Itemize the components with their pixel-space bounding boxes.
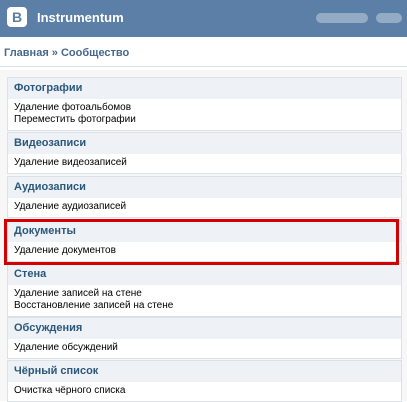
action-delete-discussions[interactable]: Удаление обсуждений xyxy=(14,342,395,354)
breadcrumb-current: Сообщество xyxy=(60,47,130,59)
header-divider xyxy=(0,66,407,67)
action-clear-blacklist[interactable]: Очистка чёрного списка xyxy=(14,385,395,397)
breadcrumb-separator: » xyxy=(48,47,61,59)
action-delete-videos[interactable]: Удаление видеозаписей xyxy=(14,157,395,169)
section-title-wall: Стена xyxy=(8,264,401,285)
section-photos: Фотографии Удаление фотоальбомов Перемес… xyxy=(7,77,402,131)
section-blacklist: Чёрный список Очистка чёрного списка xyxy=(7,360,402,402)
breadcrumb: Главная » Сообщество xyxy=(4,47,129,59)
blurred-user-name[interactable] xyxy=(316,13,368,23)
action-delete-albums[interactable]: Удаление фотоальбомов xyxy=(14,102,395,114)
section-wall: Стена Удаление записей на стене Восстано… xyxy=(7,263,402,317)
section-title-blacklist: Чёрный список xyxy=(8,361,401,382)
action-move-photos[interactable]: Переместить фотографии xyxy=(14,114,395,126)
section-audio: Аудиозаписи Удаление аудиозаписей xyxy=(7,176,402,218)
vk-logo-icon[interactable]: B xyxy=(7,7,27,27)
blurred-menu[interactable] xyxy=(376,13,402,23)
section-discussions: Обсуждения Удаление обсуждений xyxy=(7,317,402,359)
section-title-discussions: Обсуждения xyxy=(8,318,401,339)
highlight-frame xyxy=(4,219,399,265)
breadcrumb-home-link[interactable]: Главная xyxy=(4,47,49,59)
top-bar: B Instrumentum xyxy=(0,0,407,37)
action-delete-audio[interactable]: Удаление аудиозаписей xyxy=(14,201,395,213)
section-title-videos: Видеозаписи xyxy=(8,133,401,154)
section-title-audio: Аудиозаписи xyxy=(8,177,401,198)
section-videos: Видеозаписи Удаление видеозаписей xyxy=(7,132,402,174)
action-delete-wall-posts[interactable]: Удаление записей на стене xyxy=(14,288,395,300)
action-restore-wall-posts[interactable]: Восстановление записей на стене xyxy=(14,300,395,312)
app-title[interactable]: Instrumentum xyxy=(37,10,124,25)
section-title-photos: Фотографии xyxy=(8,78,401,99)
